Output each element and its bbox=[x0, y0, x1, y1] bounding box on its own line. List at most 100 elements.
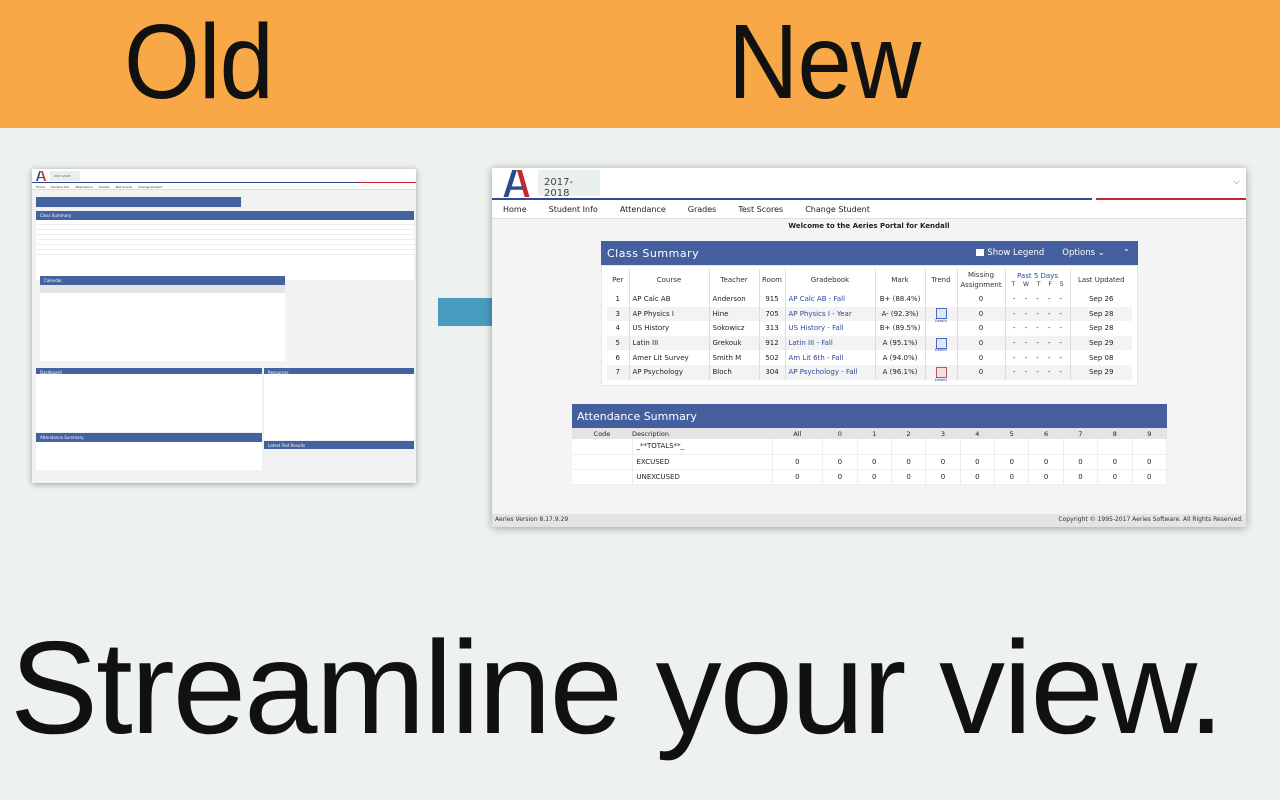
course-name: Amer Lit Survey bbox=[629, 350, 710, 365]
version-text: Aeries Version 8.17.9.29 bbox=[495, 516, 569, 523]
new-label: New bbox=[728, 3, 921, 121]
attendance-col-header: 7 bbox=[1063, 428, 1098, 439]
old-nav-student-info: Student Info bbox=[50, 185, 70, 189]
gradebook-link[interactable]: Latin III - Fall bbox=[785, 335, 876, 351]
attendance-value bbox=[772, 439, 824, 455]
day-status: - bbox=[1024, 309, 1028, 318]
old-dashboard: Dashboard bbox=[36, 368, 262, 432]
teacher-name: Hine bbox=[709, 306, 760, 322]
day-status: - bbox=[1047, 324, 1051, 333]
day-status: - bbox=[1047, 368, 1051, 377]
class-row: 7 AP Psychology Bloch 304 AP Psychology - Fa… bbox=[607, 364, 1132, 382]
show-legend-button[interactable]: Show Legend bbox=[976, 248, 1044, 258]
attendance-code bbox=[572, 469, 633, 485]
trend-down-icon[interactable] bbox=[935, 366, 947, 378]
mark: A (94.0%) bbox=[875, 350, 926, 365]
missing-count: 0 bbox=[957, 364, 1006, 380]
trend-cell: Details bbox=[925, 364, 958, 382]
attendance-value: 0 bbox=[1097, 454, 1133, 470]
attendance-summary-panel: Attendance Summary Code Description All 0 1 2… bbox=[572, 404, 1168, 485]
room-number: 915 bbox=[759, 292, 786, 307]
day-status: - bbox=[1036, 324, 1039, 333]
trend-details-icon[interactable] bbox=[935, 308, 947, 320]
attendance-value: 0 bbox=[994, 454, 1030, 470]
attendance-value: 0 bbox=[772, 454, 824, 470]
missing-count: 0 bbox=[957, 321, 1006, 336]
day-status: - bbox=[1059, 339, 1062, 348]
trend-cell bbox=[925, 292, 958, 307]
nav-student-info[interactable]: Student Info bbox=[549, 200, 598, 218]
gradebook-link[interactable]: AP Physics I - Year bbox=[785, 306, 876, 322]
col-gradebook: Gradebook bbox=[785, 269, 876, 292]
class-summary-table: Per Course Teacher Room Gradebook Mark T… bbox=[607, 269, 1132, 382]
past5-label: Past 5 Days bbox=[1017, 272, 1058, 281]
past-5-days: ----- bbox=[1005, 321, 1071, 336]
nav-grades[interactable]: Grades bbox=[688, 200, 717, 218]
gradebook-link[interactable]: AP Calc AB - Fall bbox=[785, 292, 876, 307]
gradebook-link[interactable]: Am Lit 6th - Fall bbox=[785, 350, 876, 365]
nav-change-student[interactable]: Change Student bbox=[805, 200, 870, 218]
show-legend-label: Show Legend bbox=[987, 248, 1045, 258]
attendance-col-header: 0 bbox=[822, 428, 858, 439]
portal-header: 2017-2018 ⌵ bbox=[492, 168, 1246, 199]
col-per: Per bbox=[607, 269, 630, 292]
chevron-down-icon[interactable]: ⌵ bbox=[1233, 177, 1240, 187]
header-banner: Old New bbox=[0, 0, 1280, 128]
room-number: 502 bbox=[759, 350, 786, 365]
day-status: - bbox=[1059, 353, 1062, 362]
mark: A (95.1%) bbox=[875, 335, 926, 351]
attendance-value bbox=[1063, 439, 1099, 455]
attendance-value: 0 bbox=[1132, 469, 1168, 485]
trend-cell: Details bbox=[925, 306, 958, 323]
attendance-value: 0 bbox=[925, 454, 961, 470]
collapse-button[interactable]: ⌃ bbox=[1123, 248, 1130, 258]
old-calendar: Calendar bbox=[40, 276, 285, 361]
day-status: - bbox=[1059, 324, 1062, 333]
attendance-description: UNEXCUSED bbox=[632, 469, 773, 485]
day-status: - bbox=[1036, 295, 1039, 304]
day-label: F bbox=[1048, 281, 1052, 289]
period: 6 bbox=[607, 350, 630, 365]
col-trend: Trend bbox=[925, 269, 958, 292]
day-status: - bbox=[1036, 339, 1039, 348]
page-footer: Aeries Version 8.17.9.29 Copyright © 199… bbox=[492, 514, 1246, 527]
attendance-value: 0 bbox=[857, 454, 892, 470]
day-status: - bbox=[1059, 309, 1062, 318]
col-mark: Mark bbox=[875, 269, 926, 292]
nav-test-scores[interactable]: Test Scores bbox=[738, 200, 783, 218]
nav-home[interactable]: Home bbox=[503, 200, 527, 218]
gradebook-link[interactable]: US History - Fall bbox=[785, 321, 876, 336]
aeries-logo-icon bbox=[36, 171, 46, 181]
class-row: 5 Latin III Grekouk 912 Latin III - Fall A (9… bbox=[607, 335, 1132, 352]
teacher-name: Anderson bbox=[709, 292, 760, 307]
last-updated: Sep 28 bbox=[1070, 306, 1132, 322]
attendance-description: _**TOTALS**_ bbox=[632, 439, 773, 455]
attendance-value: 0 bbox=[822, 454, 858, 470]
class-row: 3 AP Physics I Hine 705 AP Physics I - Year A… bbox=[607, 306, 1132, 323]
day-status: - bbox=[1036, 309, 1039, 318]
last-updated: Sep 28 bbox=[1089, 324, 1114, 333]
old-nav-grades: Grades bbox=[98, 185, 110, 189]
old-latest-tests: Latest Test Results bbox=[264, 441, 414, 449]
gradebook-link[interactable]: AP Psychology - Fall bbox=[785, 364, 876, 380]
divider bbox=[358, 182, 416, 183]
day-status: - bbox=[1047, 339, 1051, 348]
last-updated: Sep 26 bbox=[1089, 295, 1114, 304]
attendance-summary-title: Attendance Summary bbox=[577, 409, 697, 423]
day-label: S bbox=[1059, 281, 1064, 289]
details-label[interactable]: Details bbox=[935, 378, 947, 382]
main-nav: Home Student Info Attendance Grades Test… bbox=[492, 200, 1246, 219]
day-status: - bbox=[1047, 295, 1051, 304]
options-button[interactable]: Options ⌄ bbox=[1062, 248, 1105, 258]
trend-details-icon[interactable] bbox=[935, 337, 947, 349]
nav-attendance[interactable]: Attendance bbox=[620, 200, 666, 218]
mark: B+ (88.4%) bbox=[875, 292, 926, 307]
period: 1 bbox=[607, 292, 630, 307]
attendance-value bbox=[891, 439, 927, 455]
attendance-col-header: 3 bbox=[925, 428, 961, 439]
old-student-bar bbox=[36, 197, 241, 207]
day-status: - bbox=[1013, 353, 1016, 362]
course-name: US History bbox=[629, 321, 710, 336]
school-year[interactable]: 2017-2018 bbox=[538, 170, 600, 199]
attendance-value bbox=[925, 439, 961, 455]
